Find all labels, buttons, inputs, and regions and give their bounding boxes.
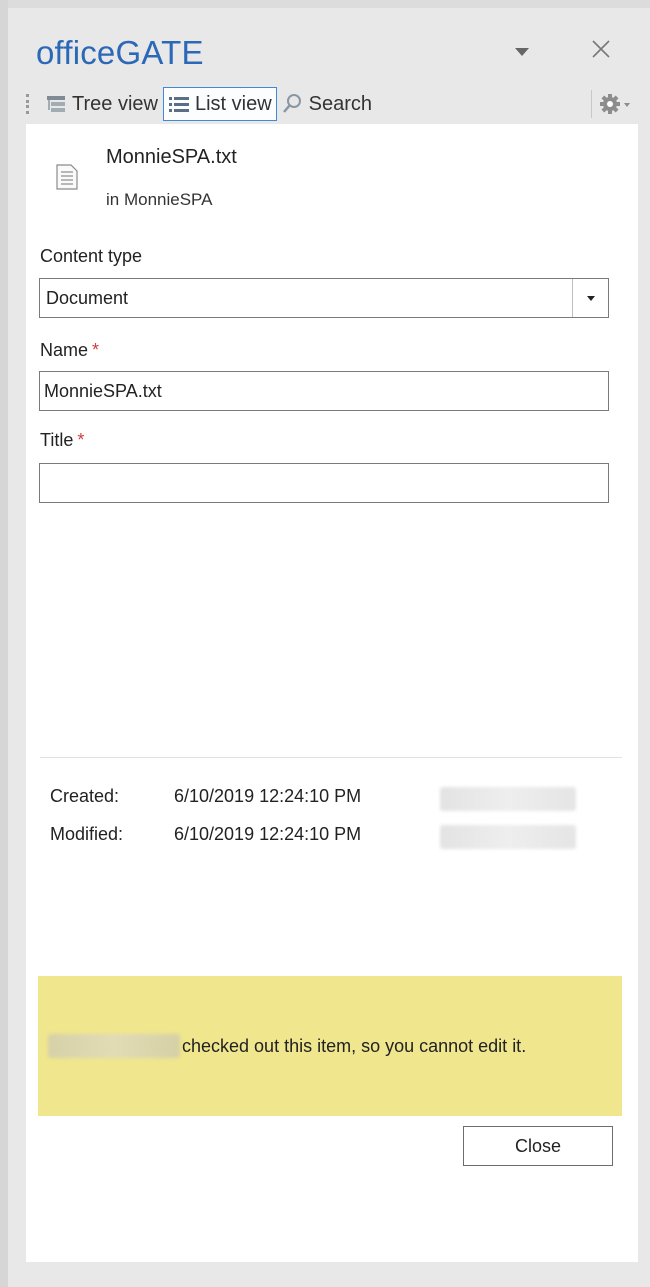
content-type-value: Document	[46, 287, 129, 308]
tree-view-icon	[47, 96, 65, 112]
pane-title: officeGATE	[36, 34, 204, 71]
checked-out-by-redacted	[48, 1034, 180, 1058]
content-type-select[interactable]: Document	[39, 278, 609, 318]
pane-menu-button[interactable]	[510, 40, 534, 64]
tab-search[interactable]: Search	[277, 87, 377, 121]
tab-search-label: Search	[308, 92, 373, 115]
required-marker: *	[92, 340, 100, 360]
chevron-down-icon	[586, 295, 595, 301]
top-edge	[0, 0, 650, 8]
settings-button[interactable]	[598, 92, 632, 116]
tab-list-view[interactable]: List view	[162, 87, 277, 121]
created-label: Created:	[50, 786, 120, 806]
toolbar-grip[interactable]	[26, 91, 34, 117]
list-view-icon	[168, 97, 189, 112]
modified-row: Modified: 6/10/2019 12:24:10 PM	[50, 824, 576, 849]
modified-by-redacted	[440, 825, 576, 849]
left-edge	[0, 0, 8, 1287]
close-button[interactable]: Close	[463, 1126, 613, 1166]
checkout-notice-message: checked out this item, so you cannot edi…	[182, 1035, 527, 1056]
content-type-dropdown-button[interactable]	[572, 279, 608, 317]
created-by-redacted	[440, 787, 576, 811]
title-input[interactable]	[39, 463, 609, 503]
item-name: MonnieSPA.txt	[106, 146, 237, 168]
modified-label: Modified:	[50, 824, 124, 844]
name-field-label: Name *	[40, 340, 99, 361]
checkout-notice: checked out this item, so you cannot edi…	[38, 976, 622, 1116]
title-label-text: Title	[40, 430, 74, 450]
content-type-label: Content type	[40, 246, 143, 266]
name-input[interactable]	[39, 371, 609, 411]
gear-icon	[600, 94, 630, 114]
created-value: 6/10/2019 12:24:10 PM	[174, 786, 362, 806]
tab-list-view-label: List view	[194, 92, 272, 115]
toolbar-separator	[591, 90, 592, 118]
required-marker: *	[77, 430, 85, 450]
search-icon	[282, 94, 301, 113]
created-row: Created: 6/10/2019 12:24:10 PM	[50, 786, 576, 811]
pane-close-button[interactable]	[586, 34, 616, 64]
close-x-icon	[592, 40, 610, 58]
tab-tree-view-label: Tree view	[72, 92, 158, 115]
triangle-down-icon	[515, 48, 529, 56]
officegate-pane: officeGATE Tree view List view Search Mo…	[0, 0, 650, 1287]
view-toolbar: Tree view List view Search	[26, 84, 638, 124]
tab-tree-view[interactable]: Tree view	[40, 87, 163, 121]
item-properties-panel: MonnieSPA.txt in MonnieSPA Content type …	[26, 124, 638, 1262]
item-location: in MonnieSPA	[106, 190, 213, 209]
modified-value: 6/10/2019 12:24:10 PM	[174, 824, 362, 844]
title-field-label: Title *	[40, 430, 84, 451]
item-icon	[56, 164, 78, 195]
name-label-text: Name	[40, 340, 89, 360]
metadata-divider	[40, 757, 622, 758]
text-document-icon	[56, 164, 78, 190]
